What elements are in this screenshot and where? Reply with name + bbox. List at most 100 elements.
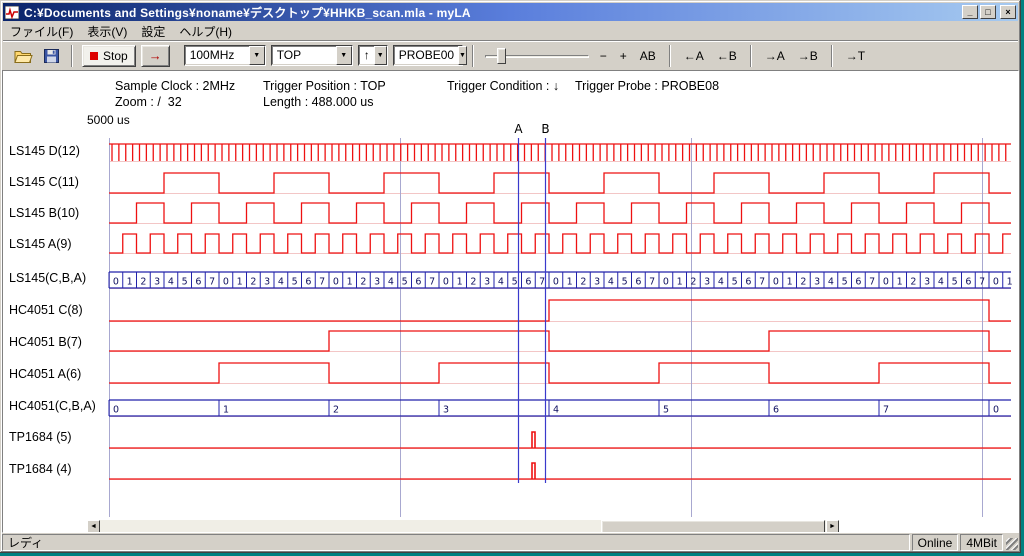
- dropdown-arrow-icon[interactable]: ▼: [249, 46, 265, 65]
- svg-text:6: 6: [855, 277, 861, 288]
- trigger-position-select[interactable]: TOP ▼: [271, 45, 353, 66]
- svg-text:3: 3: [814, 277, 820, 288]
- svg-text:7: 7: [319, 277, 325, 288]
- toolbar-separator: [71, 45, 73, 67]
- channel-label: HC4051 C(8): [9, 303, 83, 317]
- channel-label: TP1684 (5): [9, 430, 72, 444]
- goto-cursor-b-right-button[interactable]: →B: [794, 47, 822, 65]
- svg-text:5: 5: [402, 277, 408, 288]
- svg-text:2: 2: [333, 405, 339, 416]
- svg-text:5: 5: [663, 405, 669, 416]
- channel-LS145 A(9): [109, 234, 1011, 253]
- svg-text:5: 5: [182, 277, 188, 288]
- goto-cursor-b-left-button[interactable]: ←B: [713, 47, 741, 65]
- svg-text:1: 1: [677, 277, 683, 288]
- toolbar-separator: [750, 45, 752, 67]
- svg-text:0: 0: [553, 277, 559, 288]
- svg-text:2: 2: [800, 277, 806, 288]
- svg-text:3: 3: [154, 277, 160, 288]
- channel-label: LS145 B(10): [9, 206, 79, 220]
- menu-help[interactable]: ヘルプ(H): [172, 21, 239, 42]
- menu-file[interactable]: ファイル(F): [3, 21, 80, 42]
- svg-text:2: 2: [580, 277, 586, 288]
- ab-range-button[interactable]: AB: [636, 47, 660, 65]
- channel-HC4051(C,B,A): 012345670: [109, 400, 1011, 416]
- zoom-in-button[interactable]: +: [616, 47, 631, 65]
- dropdown-arrow-icon[interactable]: ▼: [458, 46, 467, 65]
- dropdown-arrow-icon[interactable]: ▼: [374, 46, 387, 65]
- zoom-slider-thumb[interactable]: [497, 48, 506, 64]
- stop-button-label: Stop: [103, 49, 128, 63]
- channel-LS145(C,B,A): 0123456701234567012345670123456701234567…: [109, 272, 1013, 288]
- svg-text:6: 6: [525, 277, 531, 288]
- minimize-button[interactable]: _: [962, 5, 978, 19]
- channel-label: LS145 A(9): [9, 237, 72, 251]
- svg-text:4: 4: [168, 277, 174, 288]
- goto-trigger-button[interactable]: →T: [842, 47, 869, 65]
- svg-text:4: 4: [828, 277, 834, 288]
- svg-text:3: 3: [704, 277, 710, 288]
- channel-label: LS145(C,B,A): [9, 271, 86, 285]
- status-message: レディ: [2, 534, 910, 551]
- svg-text:2: 2: [470, 277, 476, 288]
- goto-cursor-a-right-button[interactable]: →A: [761, 47, 789, 65]
- save-button[interactable]: [41, 47, 62, 65]
- svg-text:0: 0: [113, 405, 119, 416]
- svg-text:0: 0: [443, 277, 449, 288]
- stop-icon: [90, 52, 98, 60]
- channel-label: HC4051(C,B,A): [9, 399, 96, 413]
- svg-text:2: 2: [360, 277, 366, 288]
- svg-text:7: 7: [869, 277, 875, 288]
- trigger-probe-select[interactable]: PROBE00 ▼: [393, 45, 463, 66]
- stop-button[interactable]: Stop: [82, 45, 136, 67]
- svg-text:3: 3: [484, 277, 490, 288]
- zoom-slider[interactable]: [485, 46, 589, 66]
- svg-text:2: 2: [250, 277, 256, 288]
- svg-text:5: 5: [732, 277, 738, 288]
- open-file-button[interactable]: [11, 47, 36, 65]
- svg-text:4: 4: [718, 277, 724, 288]
- svg-text:7: 7: [539, 277, 545, 288]
- svg-text:7: 7: [429, 277, 435, 288]
- goto-cursor-a-left-button[interactable]: ←A: [680, 47, 708, 65]
- svg-text:5: 5: [842, 277, 848, 288]
- svg-text:5: 5: [512, 277, 518, 288]
- title-bar[interactable]: C:¥Documents and Settings¥noname¥デスクトップ¥…: [3, 3, 1018, 21]
- resize-grip[interactable]: [1005, 534, 1019, 551]
- svg-text:1: 1: [567, 277, 573, 288]
- close-button[interactable]: ×: [1000, 5, 1016, 19]
- menu-settings[interactable]: 設定: [134, 21, 172, 42]
- open-folder-icon: [14, 49, 33, 63]
- channel-label: LS145 D(12): [9, 144, 80, 158]
- app-window: C:¥Documents and Settings¥noname¥デスクトップ¥…: [0, 0, 1021, 553]
- dropdown-arrow-icon[interactable]: ▼: [336, 46, 352, 65]
- channel-label: HC4051 B(7): [9, 335, 82, 349]
- svg-text:6: 6: [745, 277, 751, 288]
- svg-text:7: 7: [883, 405, 889, 416]
- svg-text:2: 2: [910, 277, 916, 288]
- sample-clock-select[interactable]: 100MHz ▼: [184, 45, 266, 66]
- waveform-canvas[interactable]: 0123456701234567012345670123456701234567…: [2, 71, 1019, 531]
- channel-HC4051 B(7): [109, 331, 1011, 351]
- cursor-label-B: B: [541, 122, 549, 136]
- svg-text:1: 1: [897, 277, 903, 288]
- svg-text:7: 7: [759, 277, 765, 288]
- channel-TP1684 (5): [109, 432, 1011, 448]
- trigger-edge-select[interactable]: ↑ ▼: [358, 45, 388, 66]
- svg-text:6: 6: [965, 277, 971, 288]
- run-button[interactable]: →: [141, 45, 170, 67]
- svg-text:4: 4: [608, 277, 614, 288]
- maximize-button[interactable]: □: [980, 5, 996, 19]
- svg-text:6: 6: [305, 277, 311, 288]
- svg-text:7: 7: [979, 277, 985, 288]
- svg-text:3: 3: [594, 277, 600, 288]
- svg-text:3: 3: [924, 277, 930, 288]
- channel-LS145 D(12): [109, 144, 1011, 161]
- menu-view[interactable]: 表示(V): [80, 21, 134, 42]
- channel-LS145 B(10): [109, 203, 1011, 223]
- zoom-out-button[interactable]: −: [596, 47, 611, 65]
- trigger-edge-value: ↑: [359, 46, 374, 65]
- toolbar: Stop → 100MHz ▼ TOP ▼ ↑ ▼ PROBE00 ▼ − + …: [3, 40, 1018, 70]
- window-title: C:¥Documents and Settings¥noname¥デスクトップ¥…: [24, 4, 960, 21]
- channel-LS145 C(11): [109, 173, 1011, 193]
